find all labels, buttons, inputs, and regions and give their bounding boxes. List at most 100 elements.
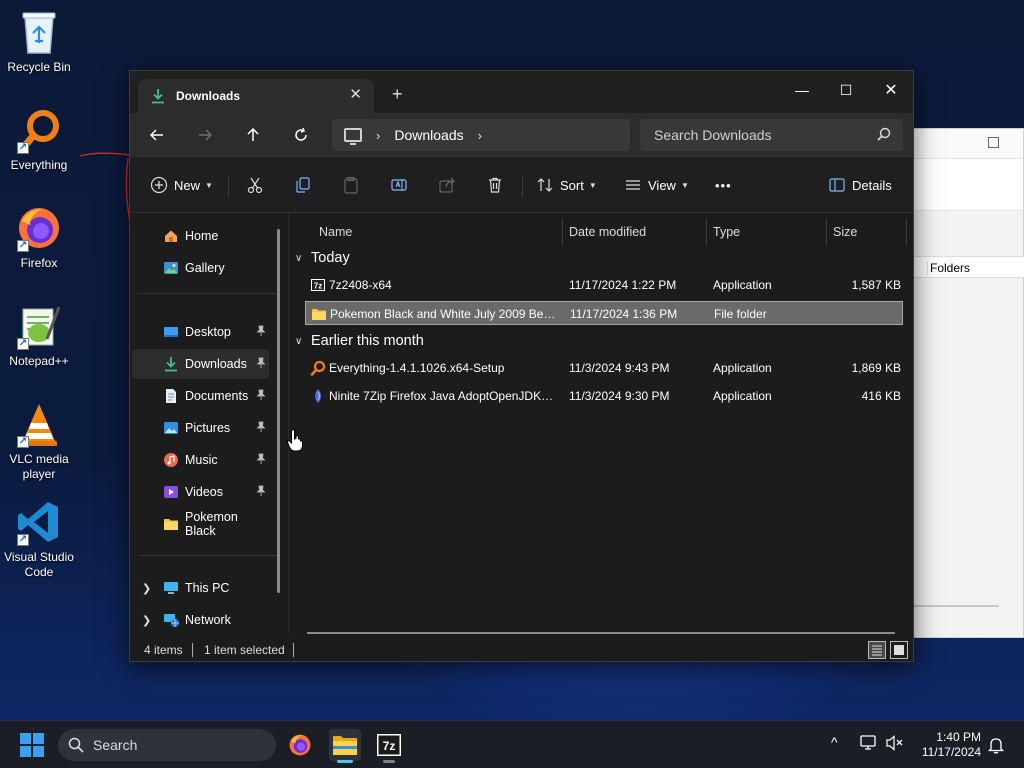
view-button[interactable]: View ▼ [624,173,689,197]
copy-button[interactable] [294,173,312,197]
desktop-icon-recycle-bin[interactable]: Recycle Bin [0,8,78,75]
sidebar-item-gallery[interactable]: Gallery [132,253,269,283]
sidebar-item-downloads[interactable]: Downloads [132,349,269,379]
close-tab-icon[interactable]: ✕ [349,87,362,103]
chevron-right-icon[interactable]: ❯ [142,614,151,627]
maximize-button[interactable]: ☐ [823,75,869,105]
volume-muted-icon[interactable] [886,735,904,751]
sidebar-item-this-pc[interactable]: ❯ This PC [132,573,269,603]
desktop-icon-notepadpp[interactable]: ↗ Notepad++ [0,302,78,369]
taskbar-7zip[interactable]: 7z [373,729,405,763]
back-button[interactable] [145,123,169,147]
close-window-button[interactable]: ✕ [868,75,913,105]
network-tray-icon[interactable] [860,735,878,751]
toolbar-divider [522,175,523,197]
background-window-titlebar[interactable] [913,129,1023,159]
details-view-button[interactable] [868,641,886,659]
pin-icon[interactable] [255,325,267,337]
desktop-icon-label: Notepad++ [9,354,69,368]
windows-logo-pane [33,746,44,757]
sidebar-item-documents[interactable]: Documents [132,381,269,411]
desktop-icon-vlc[interactable]: ↗ VLC media player [0,400,78,482]
sidebar-item-pokemon-black[interactable]: Pokemon Black [132,509,269,539]
column-header-size[interactable]: Size [827,219,907,245]
pin-icon[interactable] [255,453,267,465]
file-type: Application [713,361,772,375]
notification-bell-icon[interactable] [988,736,1004,754]
group-header-today[interactable]: ∨ Today [295,247,350,269]
chevron-right-icon[interactable]: › [376,128,380,143]
sidebar-item-videos[interactable]: Videos [132,477,269,507]
hand-cursor-icon [286,429,303,452]
title-bar[interactable]: Downloads ✕ + — ☐ ✕ [130,71,913,113]
table-row[interactable]: Everything-1.4.1.1026.x64-Setup 11/3/202… [305,356,903,380]
taskbar-clock[interactable]: 1:40 PM 11/17/2024 [915,730,981,760]
file-size: 416 KB [861,389,901,403]
up-button[interactable] [241,123,265,147]
column-header-date-modified[interactable]: Date modified [563,219,707,245]
group-header-earlier-this-month[interactable]: ∨ Earlier this month [295,330,424,352]
sidebar-item-music[interactable]: Music [132,445,269,475]
search-input[interactable] [654,127,854,143]
sort-button[interactable]: Sort ▼ [536,173,597,197]
background-window-scrollbar[interactable] [913,605,999,607]
start-button[interactable] [20,733,44,757]
delete-button[interactable] [486,173,504,197]
rename-icon [391,179,407,191]
7zip-icon: 7z [311,279,325,291]
status-divider [293,643,294,657]
table-row[interactable]: Ninite 7Zip Firefox Java AdoptOpenJDK x.… [305,384,903,408]
pin-icon[interactable] [255,357,267,369]
sidebar-item-home[interactable]: Home [132,221,269,251]
search-box[interactable] [640,119,903,151]
new-button[interactable]: New ▼ [150,173,213,197]
pin-icon[interactable] [255,421,267,433]
table-row-selected[interactable]: Pokemon Black and White July 2009 Beta..… [305,301,903,325]
status-divider [192,643,193,657]
horizontal-scrollbar[interactable] [307,632,895,634]
rename-button[interactable] [390,173,408,197]
sidebar-item-label: Pictures [185,421,231,435]
shortcut-arrow-icon: ↗ [17,338,29,350]
file-explorer-window[interactable]: Downloads ✕ + — ☐ ✕ › Downloads › Search… [129,70,914,662]
taskbar-search[interactable]: Search [58,729,276,761]
paste-button[interactable] [342,173,360,197]
chevron-right-icon[interactable]: ❯ [142,582,151,595]
breadcrumb-downloads[interactable]: Downloads [394,127,463,143]
vlc-icon: ↗ [15,400,63,448]
background-window[interactable]: Folders [912,128,1024,638]
cut-button[interactable] [246,173,264,197]
tiles-view-button[interactable] [890,641,908,659]
taskbar-firefox[interactable] [284,729,316,761]
desktop-icon-firefox[interactable]: ↗ Firefox [0,204,78,271]
sidebar-item-pictures[interactable]: Pictures [132,413,269,443]
column-header-name[interactable]: Name [313,219,563,245]
sidebar-scrollbar[interactable] [277,229,280,593]
group-title: Earlier this month [311,333,424,349]
tab-downloads[interactable]: Downloads ✕ [138,79,374,113]
minimize-button[interactable]: — [779,75,825,105]
sidebar-item-network[interactable]: ❯ Network [132,605,269,635]
refresh-button[interactable] [289,123,313,147]
table-row[interactable]: 7z 7z2408-x64 11/17/2024 1:22 PM Applica… [305,273,903,297]
folders-pane-header[interactable]: Folders [913,256,1024,278]
more-options-button[interactable]: ••• [715,173,732,197]
column-header-type[interactable]: Type [707,219,827,245]
details-pane-button[interactable]: Details [828,173,892,197]
svg-text:7z: 7z [383,739,396,753]
tray-overflow-chevron-icon[interactable]: ^ [831,734,838,750]
taskbar-file-explorer[interactable] [329,729,361,763]
pin-icon[interactable] [255,389,267,401]
forward-button[interactable] [193,123,217,147]
share-button[interactable] [438,173,456,197]
desktop-icon-vscode[interactable]: ↗ Visual Studio Code [0,498,78,580]
new-tab-button[interactable]: + [392,85,403,103]
chevron-right-icon[interactable]: › [478,128,482,143]
sidebar-item-desktop[interactable]: Desktop [132,317,269,347]
desktop-icon-everything[interactable]: ↗ Everything [0,106,78,173]
pin-icon[interactable] [255,485,267,497]
notepadpp-icon: ↗ [15,302,63,350]
maximize-icon[interactable] [988,137,999,148]
address-bar[interactable]: › Downloads › [332,119,630,151]
file-explorer-icon [333,736,357,755]
